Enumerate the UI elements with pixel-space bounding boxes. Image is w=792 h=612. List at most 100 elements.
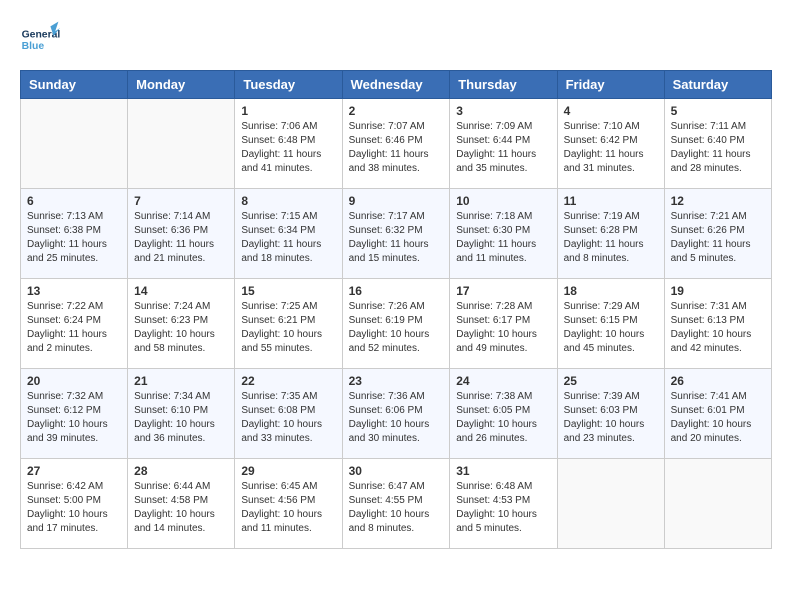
calendar-cell: 24 Sunrise: 7:38 AMSunset: 6:05 PMDayligh… bbox=[450, 369, 557, 459]
calendar-cell: 21Sunrise: 7:34 AMSunset: 6:10 PMDayligh… bbox=[128, 369, 235, 459]
calendar-cell: 7 Sunrise: 7:14 AMSunset: 6:36 PMDaylight… bbox=[128, 189, 235, 279]
day-info: Sunrise: 7:22 AMSunset: 6:24 PMDaylight:… bbox=[27, 300, 121, 356]
calendar-cell: 23 Sunrise: 7:36 AMSunset: 6:06 PMDayligh… bbox=[342, 369, 450, 459]
day-info: Sunrise: 7:07 AMSunset: 6:46 PMDaylight:… bbox=[349, 120, 444, 176]
day-info: Sunrise: 7:24 AMSunset: 6:23 PMDaylight:… bbox=[134, 300, 228, 356]
calendar-cell: 6 Sunrise: 7:13 AMSunset: 6:38 PMDaylight… bbox=[21, 189, 128, 279]
day-info: Sunrise: 7:26 AMSunset: 6:19 PMDaylight:… bbox=[349, 300, 444, 356]
calendar-cell: 20Sunrise: 7:32 AMSunset: 6:12 PMDayligh… bbox=[21, 369, 128, 459]
day-number: 30 bbox=[349, 464, 444, 478]
day-info: Sunrise: 7:38 AMSunset: 6:05 PMDaylight:… bbox=[456, 390, 550, 446]
calendar-cell: 5 Sunrise: 7:11 AMSunset: 6:40 PMDaylight… bbox=[664, 99, 771, 189]
day-number: 12 bbox=[671, 194, 765, 208]
calendar-header-row: SundayMondayTuesdayWednesdayThursdayFrid… bbox=[21, 71, 772, 99]
day-number: 17 bbox=[456, 284, 550, 298]
calendar-cell: 30 Sunrise: 6:47 AMSunset: 4:55 PMDayligh… bbox=[342, 459, 450, 549]
day-number: 5 bbox=[671, 104, 765, 118]
calendar-cell bbox=[128, 99, 235, 189]
calendar-cell: 14 Sunrise: 7:24 AMSunset: 6:23 PMDayligh… bbox=[128, 279, 235, 369]
day-info: Sunrise: 6:48 AMSunset: 4:53 PMDaylight:… bbox=[456, 480, 550, 536]
calendar-cell: 16 Sunrise: 7:26 AMSunset: 6:19 PMDayligh… bbox=[342, 279, 450, 369]
day-info: Sunrise: 7:09 AMSunset: 6:44 PMDaylight:… bbox=[456, 120, 550, 176]
calendar-cell: 17Sunrise: 7:28 AMSunset: 6:17 PMDayligh… bbox=[450, 279, 557, 369]
page-header: General Blue bbox=[20, 20, 772, 60]
calendar-cell: 22 Sunrise: 7:35 AMSunset: 6:08 PMDayligh… bbox=[235, 369, 342, 459]
day-info: Sunrise: 7:25 AMSunset: 6:21 PMDaylight:… bbox=[241, 300, 335, 356]
day-info: Sunrise: 7:21 AMSunset: 6:26 PMDaylight:… bbox=[671, 210, 765, 266]
day-info: Sunrise: 6:42 AMSunset: 5:00 PMDaylight:… bbox=[27, 480, 121, 536]
calendar-cell: 9 Sunrise: 7:17 AMSunset: 6:32 PMDaylight… bbox=[342, 189, 450, 279]
calendar-cell: 1 Sunrise: 7:06 AMSunset: 6:48 PMDaylight… bbox=[235, 99, 342, 189]
calendar-cell: 15 Sunrise: 7:25 AMSunset: 6:21 PMDayligh… bbox=[235, 279, 342, 369]
day-info: Sunrise: 7:39 AMSunset: 6:03 PMDaylight:… bbox=[564, 390, 658, 446]
calendar-cell: 25 Sunrise: 7:39 AMSunset: 6:03 PMDayligh… bbox=[557, 369, 664, 459]
day-number: 11 bbox=[564, 194, 658, 208]
day-number: 4 bbox=[564, 104, 658, 118]
calendar-cell: 19 Sunrise: 7:31 AMSunset: 6:13 PMDayligh… bbox=[664, 279, 771, 369]
day-number: 24 bbox=[456, 374, 550, 388]
svg-text:Blue: Blue bbox=[22, 41, 45, 52]
day-number: 21 bbox=[134, 374, 228, 388]
calendar-cell: 2 Sunrise: 7:07 AMSunset: 6:46 PMDaylight… bbox=[342, 99, 450, 189]
day-info: Sunrise: 7:13 AMSunset: 6:38 PMDaylight:… bbox=[27, 210, 121, 266]
calendar-cell: 11Sunrise: 7:19 AMSunset: 6:28 PMDayligh… bbox=[557, 189, 664, 279]
day-number: 3 bbox=[456, 104, 550, 118]
calendar-cell: 29Sunrise: 6:45 AMSunset: 4:56 PMDayligh… bbox=[235, 459, 342, 549]
calendar-table: SundayMondayTuesdayWednesdayThursdayFrid… bbox=[20, 70, 772, 549]
day-info: Sunrise: 7:35 AMSunset: 6:08 PMDaylight:… bbox=[241, 390, 335, 446]
calendar-cell: 3 Sunrise: 7:09 AMSunset: 6:44 PMDaylight… bbox=[450, 99, 557, 189]
calendar-cell: 4 Sunrise: 7:10 AMSunset: 6:42 PMDaylight… bbox=[557, 99, 664, 189]
logo: General Blue bbox=[20, 20, 60, 60]
calendar-cell: 31 Sunrise: 6:48 AMSunset: 4:53 PMDayligh… bbox=[450, 459, 557, 549]
calendar-cell: 28Sunrise: 6:44 AMSunset: 4:58 PMDayligh… bbox=[128, 459, 235, 549]
day-info: Sunrise: 7:14 AMSunset: 6:36 PMDaylight:… bbox=[134, 210, 228, 266]
day-number: 19 bbox=[671, 284, 765, 298]
day-number: 7 bbox=[134, 194, 228, 208]
day-info: Sunrise: 7:29 AMSunset: 6:15 PMDaylight:… bbox=[564, 300, 658, 356]
day-number: 22 bbox=[241, 374, 335, 388]
calendar-cell bbox=[664, 459, 771, 549]
day-number: 1 bbox=[241, 104, 335, 118]
day-number: 16 bbox=[349, 284, 444, 298]
calendar-cell bbox=[557, 459, 664, 549]
calendar-week-row: 1 Sunrise: 7:06 AMSunset: 6:48 PMDaylight… bbox=[21, 99, 772, 189]
col-header-friday: Friday bbox=[557, 71, 664, 99]
day-number: 23 bbox=[349, 374, 444, 388]
col-header-tuesday: Tuesday bbox=[235, 71, 342, 99]
calendar-cell: 12 Sunrise: 7:21 AMSunset: 6:26 PMDayligh… bbox=[664, 189, 771, 279]
calendar-cell: 26 Sunrise: 7:41 AMSunset: 6:01 PMDayligh… bbox=[664, 369, 771, 459]
day-info: Sunrise: 7:17 AMSunset: 6:32 PMDaylight:… bbox=[349, 210, 444, 266]
day-info: Sunrise: 7:10 AMSunset: 6:42 PMDaylight:… bbox=[564, 120, 658, 176]
day-number: 8 bbox=[241, 194, 335, 208]
day-number: 27 bbox=[27, 464, 121, 478]
calendar-week-row: 27 Sunrise: 6:42 AMSunset: 5:00 PMDayligh… bbox=[21, 459, 772, 549]
day-info: Sunrise: 7:32 AMSunset: 6:12 PMDaylight:… bbox=[27, 390, 121, 446]
day-info: Sunrise: 7:11 AMSunset: 6:40 PMDaylight:… bbox=[671, 120, 765, 176]
col-header-wednesday: Wednesday bbox=[342, 71, 450, 99]
day-number: 14 bbox=[134, 284, 228, 298]
day-info: Sunrise: 6:47 AMSunset: 4:55 PMDaylight:… bbox=[349, 480, 444, 536]
day-number: 15 bbox=[241, 284, 335, 298]
day-number: 2 bbox=[349, 104, 444, 118]
day-number: 31 bbox=[456, 464, 550, 478]
day-number: 25 bbox=[564, 374, 658, 388]
logo-icon: General Blue bbox=[20, 20, 60, 60]
calendar-cell: 18Sunrise: 7:29 AMSunset: 6:15 PMDayligh… bbox=[557, 279, 664, 369]
col-header-monday: Monday bbox=[128, 71, 235, 99]
day-info: Sunrise: 7:18 AMSunset: 6:30 PMDaylight:… bbox=[456, 210, 550, 266]
day-info: Sunrise: 7:41 AMSunset: 6:01 PMDaylight:… bbox=[671, 390, 765, 446]
calendar-week-row: 20Sunrise: 7:32 AMSunset: 6:12 PMDayligh… bbox=[21, 369, 772, 459]
day-info: Sunrise: 7:36 AMSunset: 6:06 PMDaylight:… bbox=[349, 390, 444, 446]
day-number: 29 bbox=[241, 464, 335, 478]
day-number: 26 bbox=[671, 374, 765, 388]
day-info: Sunrise: 6:44 AMSunset: 4:58 PMDaylight:… bbox=[134, 480, 228, 536]
calendar-cell: 10Sunrise: 7:18 AMSunset: 6:30 PMDayligh… bbox=[450, 189, 557, 279]
day-number: 13 bbox=[27, 284, 121, 298]
day-number: 6 bbox=[27, 194, 121, 208]
day-info: Sunrise: 7:31 AMSunset: 6:13 PMDaylight:… bbox=[671, 300, 765, 356]
calendar-week-row: 6 Sunrise: 7:13 AMSunset: 6:38 PMDaylight… bbox=[21, 189, 772, 279]
calendar-cell: 13 Sunrise: 7:22 AMSunset: 6:24 PMDayligh… bbox=[21, 279, 128, 369]
day-info: Sunrise: 7:06 AMSunset: 6:48 PMDaylight:… bbox=[241, 120, 335, 176]
day-number: 9 bbox=[349, 194, 444, 208]
col-header-saturday: Saturday bbox=[664, 71, 771, 99]
